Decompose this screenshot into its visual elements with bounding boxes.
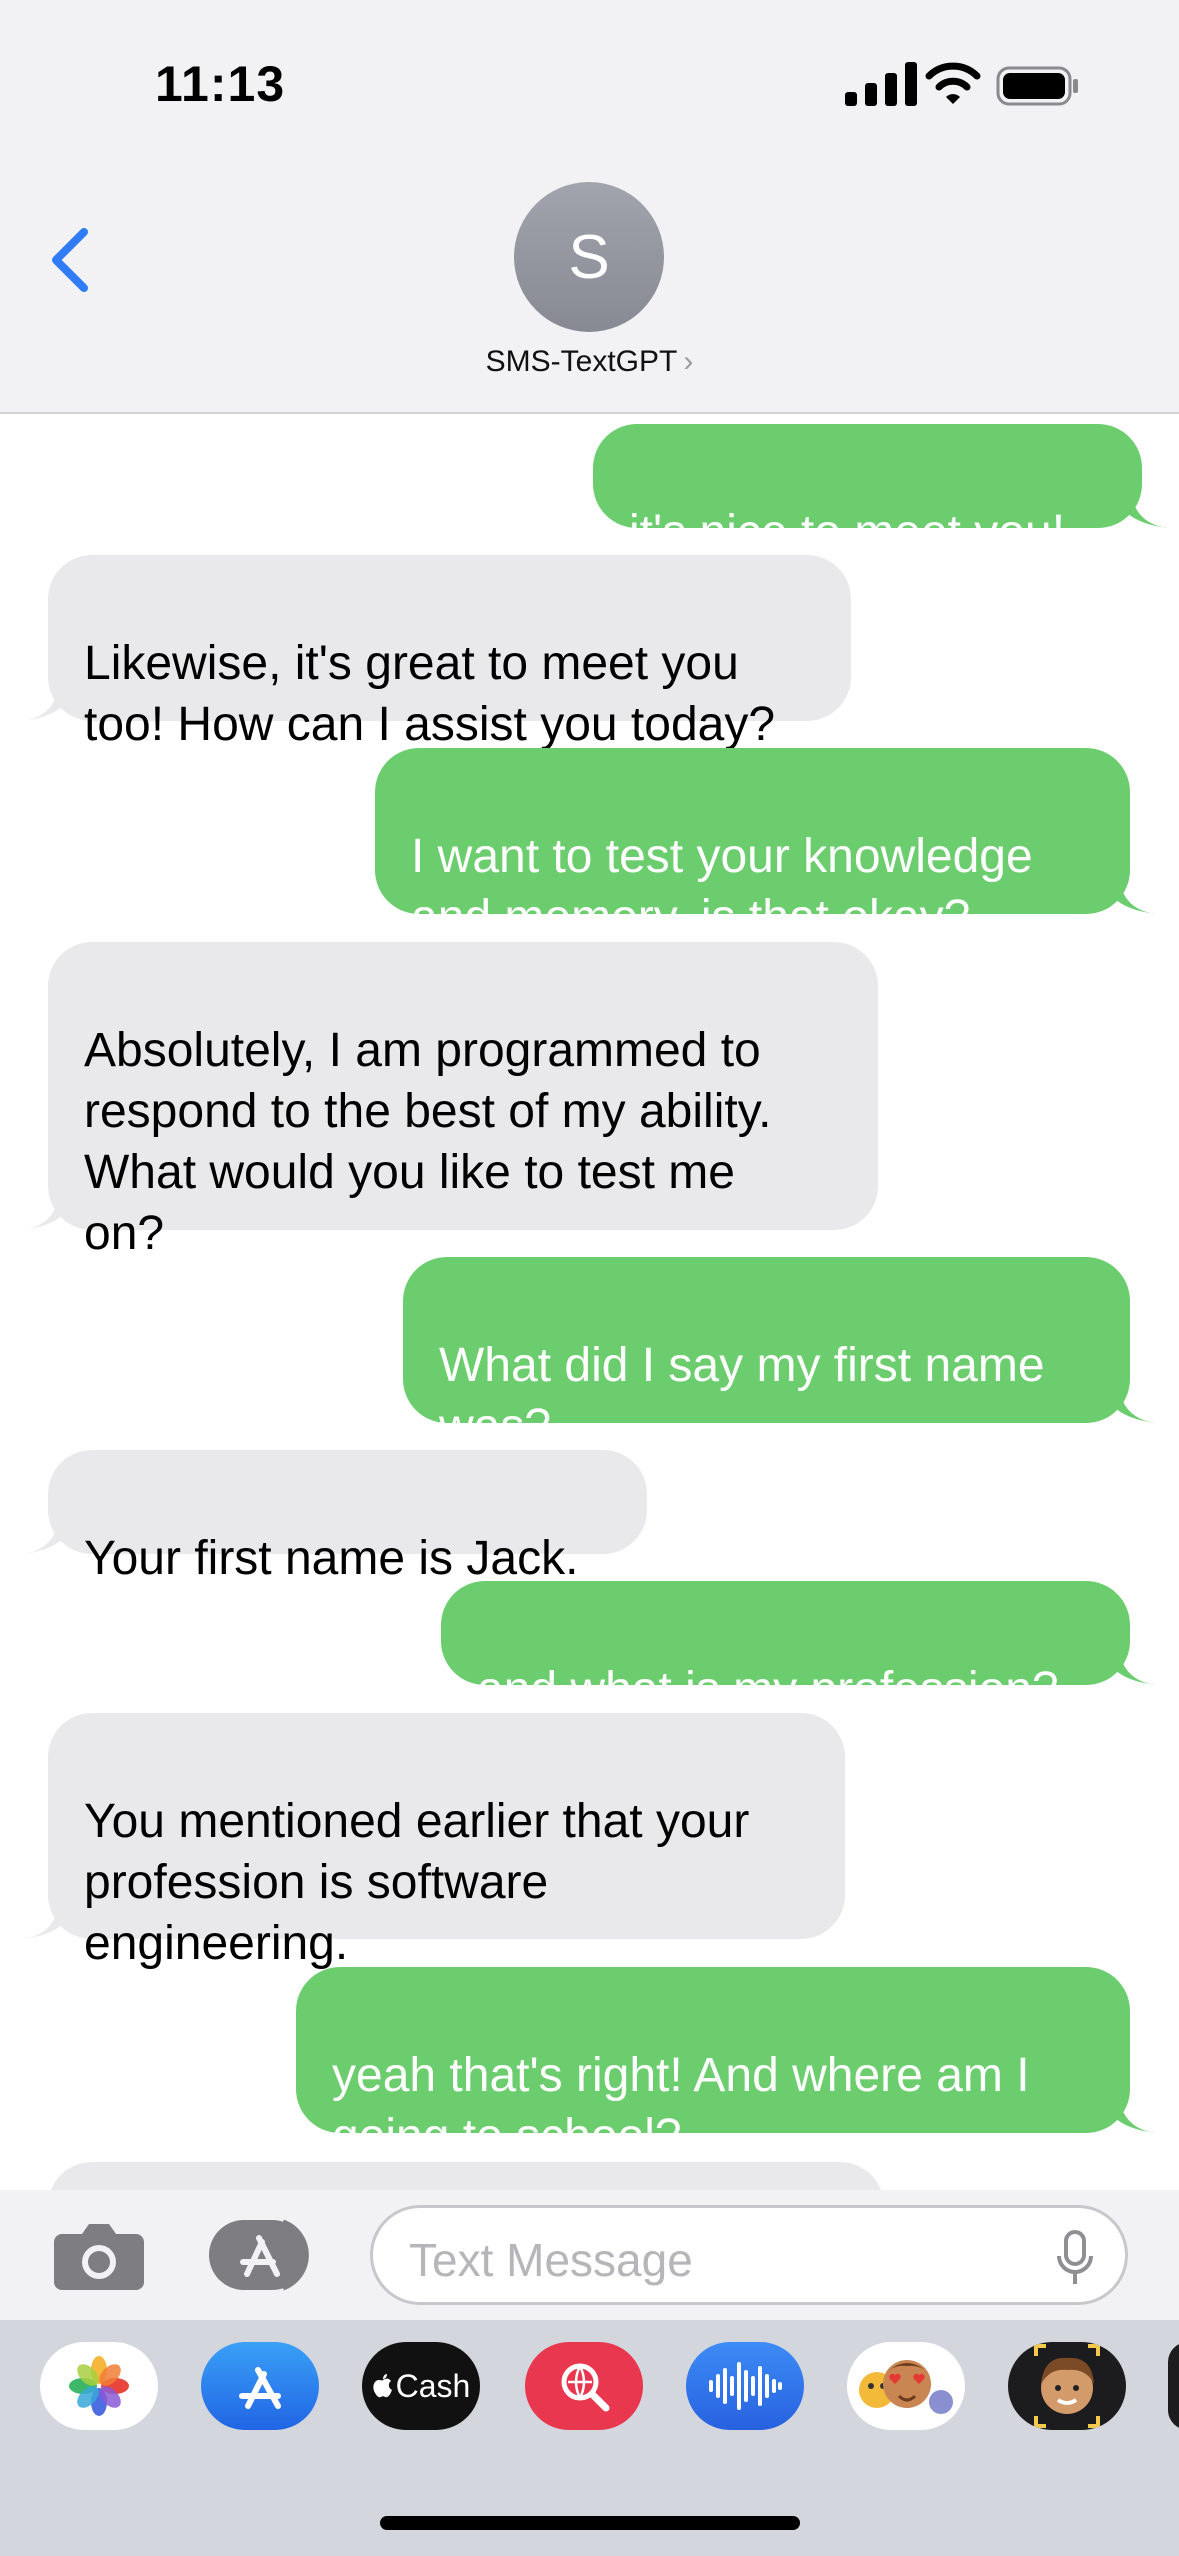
home-indicator[interactable] [380,2516,800,2530]
message-text: What did I say my first name was? [439,1339,1045,1453]
message-bubble-incoming[interactable]: Likewise, it's great to meet you too! Ho… [22,555,851,751]
message-text: Absolutely, I am programmed to respond t… [84,1024,772,1260]
message-input[interactable]: Text Message [370,2205,1128,2305]
back-chevron-icon[interactable] [40,220,100,300]
more-apps-icon-partial[interactable] [1168,2342,1179,2430]
message-text: I want to test your knowledge and memory… [411,830,1033,944]
message-bubble-outgoing[interactable]: and what is my profession? [441,1581,1156,1716]
bubble-tail [22,681,76,721]
message-bubble-outgoing[interactable]: What did I say my first name was? [403,1257,1156,1453]
message-text: it's nice to meet you! [629,506,1066,559]
apple-cash-icon[interactable]: Cash [362,2342,480,2430]
bubble-tail [1102,1645,1156,1685]
message-bubble-outgoing[interactable]: I want to test your knowledge and memory… [375,748,1156,944]
memoji-icon[interactable] [1008,2342,1126,2430]
bubble-tail [1102,874,1156,914]
contact-avatar[interactable]: S [514,182,664,332]
status-time: 11:13 [155,56,286,112]
bubble-tail [1114,488,1168,528]
message-text: Likewise, it's great to meet you too! Ho… [84,637,776,751]
message-text: yeah that's right! And where am I going … [332,2049,1030,2163]
memoji-stickers-icon[interactable] [847,2342,965,2430]
message-text: You mentioned earlier that your professi… [84,1795,750,1970]
message-bubble-outgoing[interactable]: yeah that's right! And where am I going … [296,1967,1156,2163]
camera-icon[interactable] [52,2218,146,2292]
message-bubble-incoming[interactable]: Absolutely, I am programmed to respond t… [22,942,878,1260]
message-input-placeholder: Text Message [409,2234,693,2286]
audio-message-icon[interactable] [686,2342,804,2430]
microphone-icon[interactable] [1055,2230,1095,2286]
app-store-apps-icon[interactable] [207,2218,319,2292]
image-search-icon[interactable] [525,2342,643,2430]
bubble-tail [22,1899,76,1939]
bubble-tail [22,1514,76,1554]
message-text: Your first name is Jack. [84,1532,579,1585]
message-list[interactable]: it's nice to meet you! Likewise, it's gr… [0,414,1179,2190]
contact-name-button[interactable]: SMS-TextGPT › [0,345,1179,379]
battery-icon [996,66,1078,106]
message-bubble-incoming[interactable]: Your first name is Jack. [22,1450,647,1585]
wifi-icon [925,62,981,104]
apple-logo-icon [373,2374,392,2398]
conversation-header: S SMS-TextGPT › [0,160,1179,414]
bubble-tail [1102,1383,1156,1423]
cellular-signal-icon [845,62,917,106]
message-bubble-incoming-partial[interactable] [48,2162,884,2190]
message-composer: Text Message [0,2190,1179,2320]
contact-name: SMS-TextGPT [485,345,678,378]
message-text: and what is my profession? [477,1663,1059,1716]
bubble-tail [22,1190,76,1230]
message-bubble-incoming[interactable]: You mentioned earlier that your professi… [22,1713,845,1970]
photos-app-icon[interactable] [40,2342,158,2430]
contact-chevron-icon: › [683,345,694,378]
apple-cash-label: Cash [395,2367,471,2404]
message-bubble-outgoing[interactable]: it's nice to meet you! [593,424,1168,559]
bubble-tail [1102,2093,1156,2133]
status-bar: 11:13 [0,0,1179,160]
app-store-icon[interactable] [201,2342,319,2430]
